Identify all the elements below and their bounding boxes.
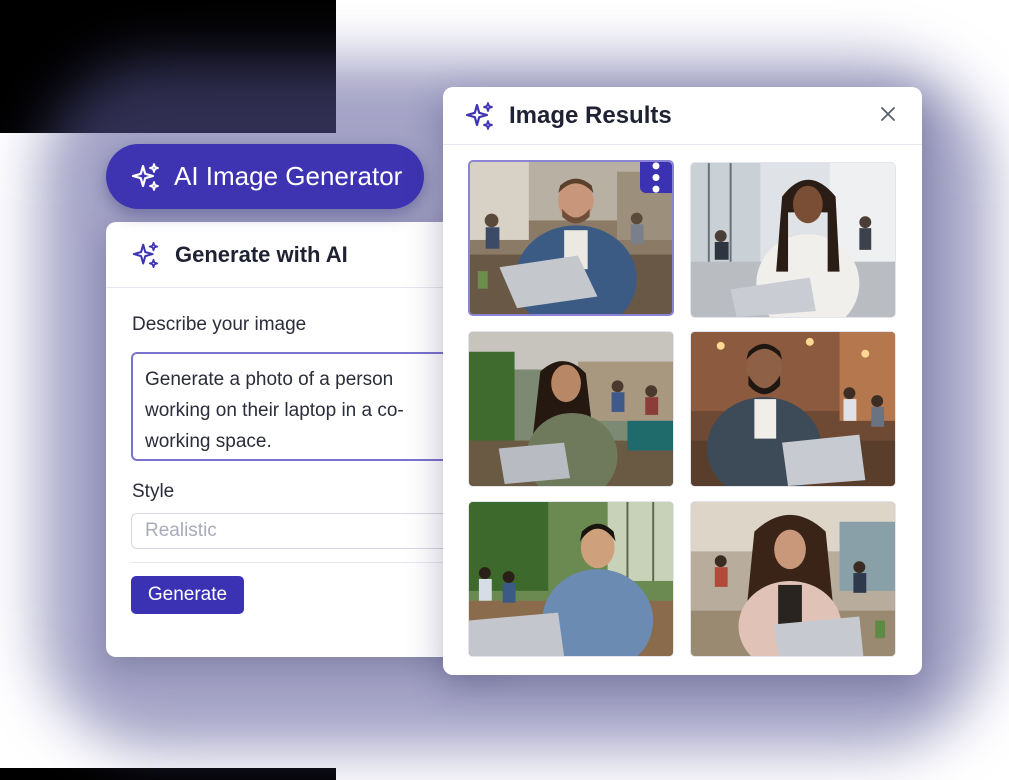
- result-image[interactable]: [690, 162, 896, 318]
- divider: [131, 562, 461, 563]
- prompt-line: working on their laptop in a co-: [145, 400, 404, 421]
- prompt-line: Generate a photo of a person: [145, 369, 394, 390]
- generate-panel-title: Generate with AI: [175, 241, 348, 267]
- prompt-line: working space.: [145, 431, 272, 452]
- sparkles-icon: [131, 162, 159, 191]
- result-image[interactable]: [468, 331, 674, 487]
- result-image[interactable]: [690, 331, 896, 487]
- pill-label: AI Image Generator: [174, 161, 403, 191]
- ai-image-generator-pill[interactable]: AI Image Generator: [106, 144, 424, 209]
- result-image[interactable]: [468, 160, 674, 316]
- more-vertical-icon[interactable]: [640, 162, 672, 193]
- result-image[interactable]: [468, 501, 674, 657]
- result-image[interactable]: [690, 501, 896, 657]
- style-input[interactable]: Realistic: [131, 513, 461, 549]
- sparkles-icon: [132, 241, 159, 268]
- corner-backdrop-bottom: [0, 768, 336, 780]
- style-label: Style: [132, 481, 175, 502]
- image-results-grid: [443, 87, 922, 675]
- generate-button[interactable]: Generate: [131, 576, 244, 614]
- prompt-textarea[interactable]: Generate a photo of a person working on …: [131, 352, 461, 461]
- image-results-panel: Image Results: [443, 87, 922, 675]
- style-placeholder: Realistic: [145, 520, 217, 541]
- describe-label: Describe your image: [132, 314, 307, 335]
